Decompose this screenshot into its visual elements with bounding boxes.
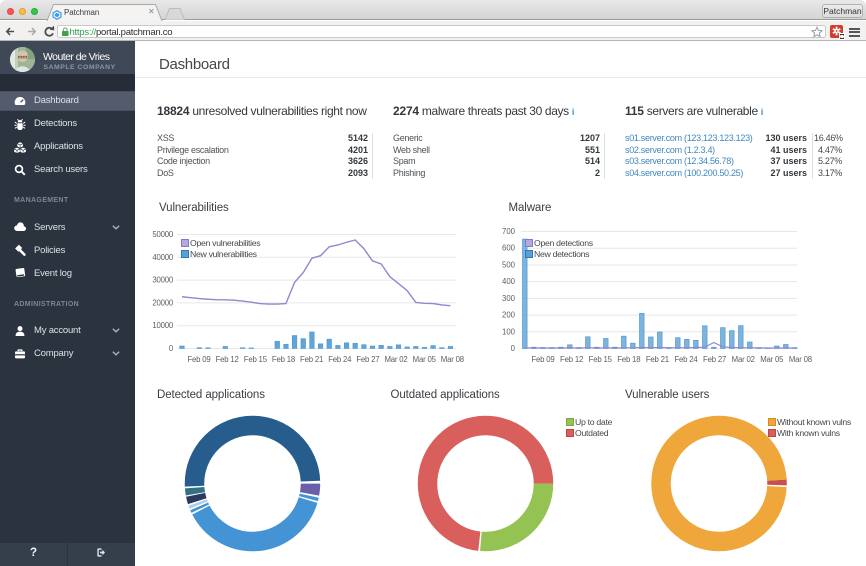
svg-text:Feb 18: Feb 18 bbox=[617, 355, 640, 364]
svg-text:Feb 24: Feb 24 bbox=[328, 355, 352, 364]
svg-text:100: 100 bbox=[502, 327, 516, 336]
svg-text:0: 0 bbox=[169, 344, 174, 353]
svg-text:Feb 15: Feb 15 bbox=[244, 355, 268, 364]
svg-text:Mar 08: Mar 08 bbox=[441, 355, 464, 364]
svg-text:Feb 09: Feb 09 bbox=[531, 355, 554, 364]
svg-text:Feb 18: Feb 18 bbox=[272, 355, 295, 364]
svg-text:Mar 02: Mar 02 bbox=[732, 355, 755, 364]
svg-text:Mar 02: Mar 02 bbox=[385, 355, 408, 364]
svg-text:Feb 27: Feb 27 bbox=[703, 355, 726, 364]
svg-text:400: 400 bbox=[502, 277, 516, 286]
svg-text:500: 500 bbox=[502, 260, 516, 269]
svg-text:700: 700 bbox=[502, 227, 516, 236]
svg-text:Mar 05: Mar 05 bbox=[413, 355, 437, 364]
svg-text:200: 200 bbox=[502, 311, 516, 320]
svg-text:40000: 40000 bbox=[152, 253, 174, 262]
svg-text:0: 0 bbox=[511, 344, 516, 353]
svg-text:Feb 24: Feb 24 bbox=[674, 355, 698, 364]
svg-text:20000: 20000 bbox=[152, 298, 174, 307]
svg-text:10000: 10000 bbox=[152, 321, 174, 330]
svg-text:Feb 21: Feb 21 bbox=[646, 355, 669, 364]
svg-text:Mar 05: Mar 05 bbox=[760, 355, 784, 364]
svg-text:Feb 21: Feb 21 bbox=[300, 355, 323, 364]
svg-text:Mar 08: Mar 08 bbox=[789, 355, 812, 364]
svg-text:Feb 15: Feb 15 bbox=[589, 355, 613, 364]
svg-text:50000: 50000 bbox=[152, 230, 174, 239]
svg-text:300: 300 bbox=[502, 294, 516, 303]
svg-text:Feb 12: Feb 12 bbox=[216, 355, 239, 364]
svg-text:30000: 30000 bbox=[152, 276, 174, 285]
svg-text:Feb 09: Feb 09 bbox=[187, 355, 210, 364]
svg-text:600: 600 bbox=[502, 244, 516, 253]
svg-text:Feb 12: Feb 12 bbox=[560, 355, 583, 364]
svg-text:Feb 27: Feb 27 bbox=[356, 355, 379, 364]
